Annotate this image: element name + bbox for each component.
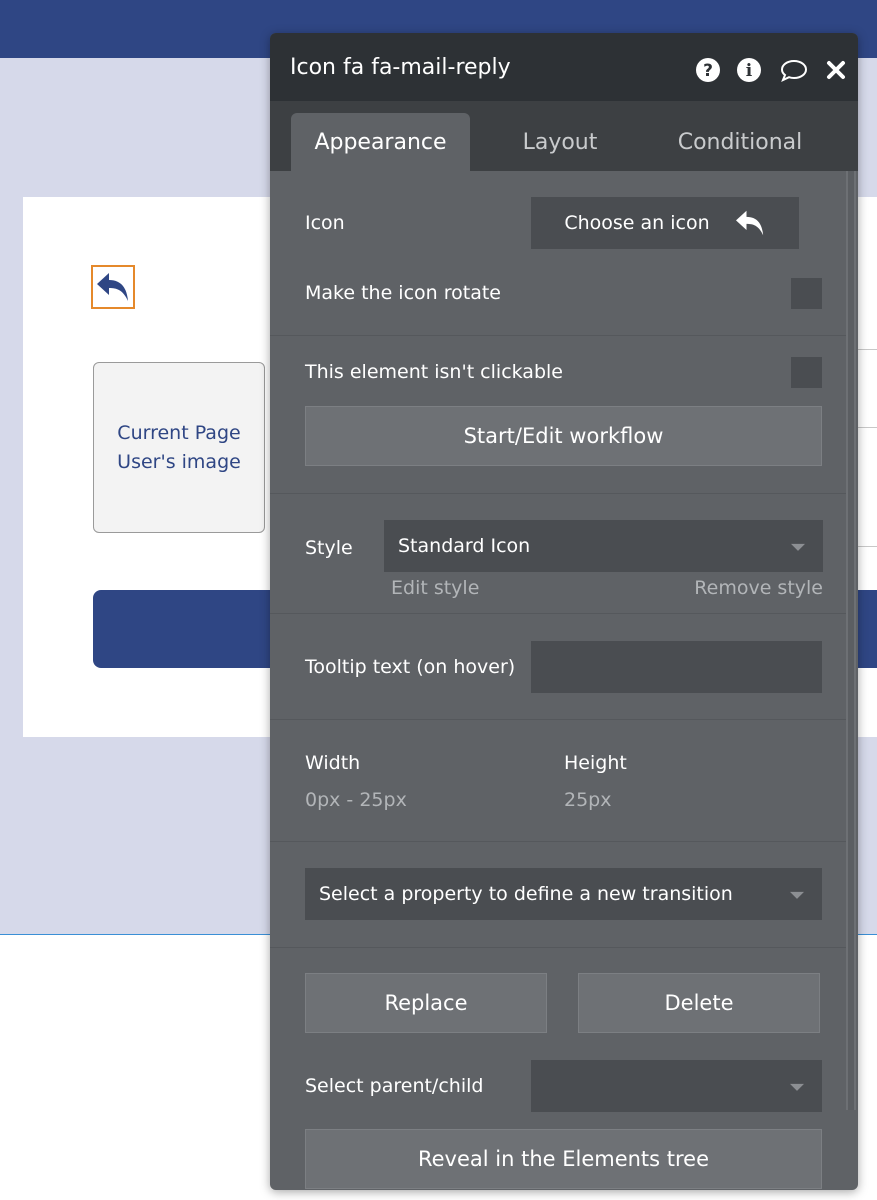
width-label: Width	[305, 752, 361, 774]
delete-button[interactable]: Delete	[578, 973, 820, 1033]
close-icon[interactable]	[823, 57, 849, 83]
remove-style-link[interactable]: Remove style	[694, 577, 823, 599]
tooltip-input[interactable]	[531, 641, 822, 693]
section-divider	[270, 335, 846, 336]
reply-icon	[97, 273, 128, 301]
start-edit-workflow-button[interactable]: Start/Edit workflow	[305, 406, 822, 466]
replace-button[interactable]: Replace	[305, 973, 547, 1033]
tab-conditional[interactable]: Conditional	[660, 113, 820, 171]
scrollbar-thumb[interactable]	[848, 171, 854, 1110]
panel-header: Icon fa fa-mail-reply ? i	[270, 33, 858, 101]
chevron-down-icon	[791, 543, 805, 551]
not-clickable-label: This element isn't clickable	[305, 361, 563, 383]
rotate-label: Make the icon rotate	[305, 282, 501, 304]
section-divider	[270, 719, 846, 720]
section-divider	[270, 613, 846, 614]
parent-child-label: Select parent/child	[305, 1075, 484, 1097]
tooltip-label: Tooltip text (on hover)	[305, 656, 516, 678]
panel-title: Icon fa fa-mail-reply	[290, 55, 511, 80]
placeholder-line-1: Current Page	[117, 421, 241, 444]
section-divider	[270, 841, 846, 842]
divider-line	[856, 349, 877, 350]
rotate-checkbox[interactable]	[791, 278, 822, 309]
help-icon[interactable]: ?	[695, 57, 721, 83]
property-editor-panel: Icon fa fa-mail-reply ? i Appearance Lay…	[270, 33, 858, 1190]
reveal-in-elements-tree-button[interactable]: Reveal in the Elements tree	[305, 1129, 822, 1189]
style-dropdown-value: Standard Icon	[398, 535, 531, 557]
section-divider	[270, 947, 846, 948]
tab-appearance[interactable]: Appearance	[291, 113, 470, 171]
not-clickable-checkbox[interactable]	[791, 357, 822, 388]
choose-icon-label: Choose an icon	[564, 212, 710, 234]
panel-scrollbar[interactable]	[846, 171, 856, 1110]
height-label: Height	[564, 752, 627, 774]
panel-tabs: Appearance Layout Conditional	[270, 101, 858, 171]
image-placeholder[interactable]: Current Page User's image	[93, 362, 265, 533]
info-icon[interactable]: i	[736, 57, 762, 83]
icon-label: Icon	[305, 212, 345, 234]
height-value: 25px	[564, 789, 612, 811]
placeholder-line-2: User's image	[117, 450, 241, 473]
reply-icon	[735, 210, 763, 236]
choose-icon-button[interactable]: Choose an icon	[531, 197, 799, 249]
divider-line	[856, 546, 877, 547]
style-dropdown[interactable]: Standard Icon	[384, 520, 823, 572]
style-label: Style	[305, 537, 353, 559]
chevron-down-icon	[790, 891, 804, 899]
chevron-down-icon	[790, 1083, 804, 1091]
comment-icon[interactable]	[779, 57, 809, 83]
selected-reply-icon[interactable]	[91, 265, 135, 309]
transition-placeholder: Select a property to define a new transi…	[319, 883, 733, 905]
edit-style-link[interactable]: Edit style	[391, 577, 479, 599]
tab-layout[interactable]: Layout	[490, 113, 630, 171]
transition-dropdown[interactable]: Select a property to define a new transi…	[305, 868, 822, 920]
divider-line	[856, 427, 877, 428]
parent-child-dropdown[interactable]	[531, 1060, 822, 1112]
width-value: 0px - 25px	[305, 789, 407, 811]
svg-text:i: i	[746, 61, 753, 81]
section-divider	[270, 493, 846, 494]
svg-text:?: ?	[703, 61, 713, 81]
